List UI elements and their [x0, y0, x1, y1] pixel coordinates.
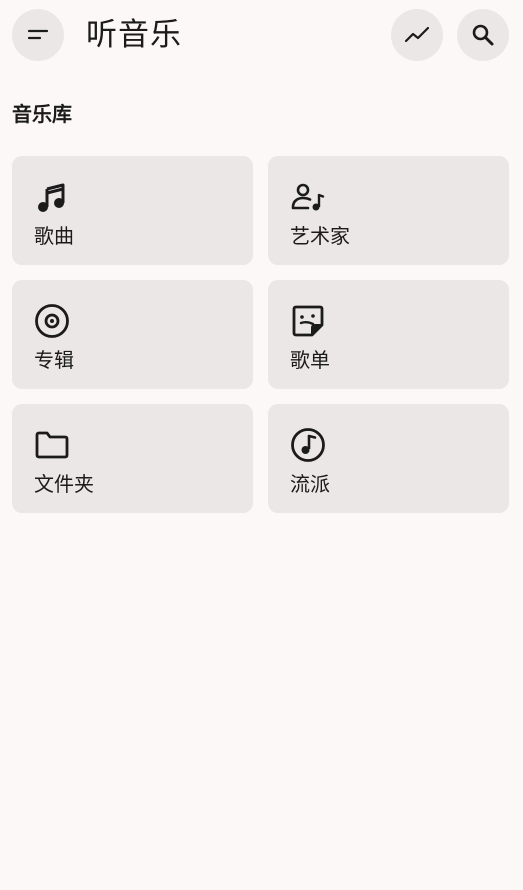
top-app-bar: 听音乐 [0, 0, 523, 70]
library-card-folders[interactable]: 文件夹 [12, 404, 253, 513]
trending-button[interactable] [391, 9, 443, 61]
library-card-label: 歌单 [290, 348, 330, 372]
library-card-genres[interactable]: 流派 [268, 404, 509, 513]
library-card-label: 文件夹 [34, 472, 94, 496]
library-card-albums[interactable]: 专辑 [12, 280, 253, 389]
album-icon [34, 303, 70, 339]
section-title-library: 音乐库 [12, 102, 72, 126]
folder-icon [34, 427, 70, 463]
menu-icon [26, 23, 50, 47]
library-grid: 歌曲 艺术家 专辑 歌单 文件夹 流派 [12, 156, 509, 513]
library-card-label: 流派 [290, 472, 330, 496]
playlist-icon [290, 303, 326, 339]
menu-button[interactable] [12, 9, 64, 61]
library-card-artists[interactable]: 艺术家 [268, 156, 509, 265]
app-title: 听音乐 [86, 17, 182, 53]
library-card-label: 歌曲 [34, 224, 74, 248]
music-note-icon [34, 179, 70, 215]
trending-icon [404, 22, 430, 48]
artist-icon [290, 179, 326, 215]
library-card-songs[interactable]: 歌曲 [12, 156, 253, 265]
genre-icon [290, 427, 326, 463]
search-icon [471, 23, 495, 47]
search-button[interactable] [457, 9, 509, 61]
library-card-playlists[interactable]: 歌单 [268, 280, 509, 389]
library-card-label: 专辑 [34, 348, 74, 372]
library-card-label: 艺术家 [290, 224, 350, 248]
